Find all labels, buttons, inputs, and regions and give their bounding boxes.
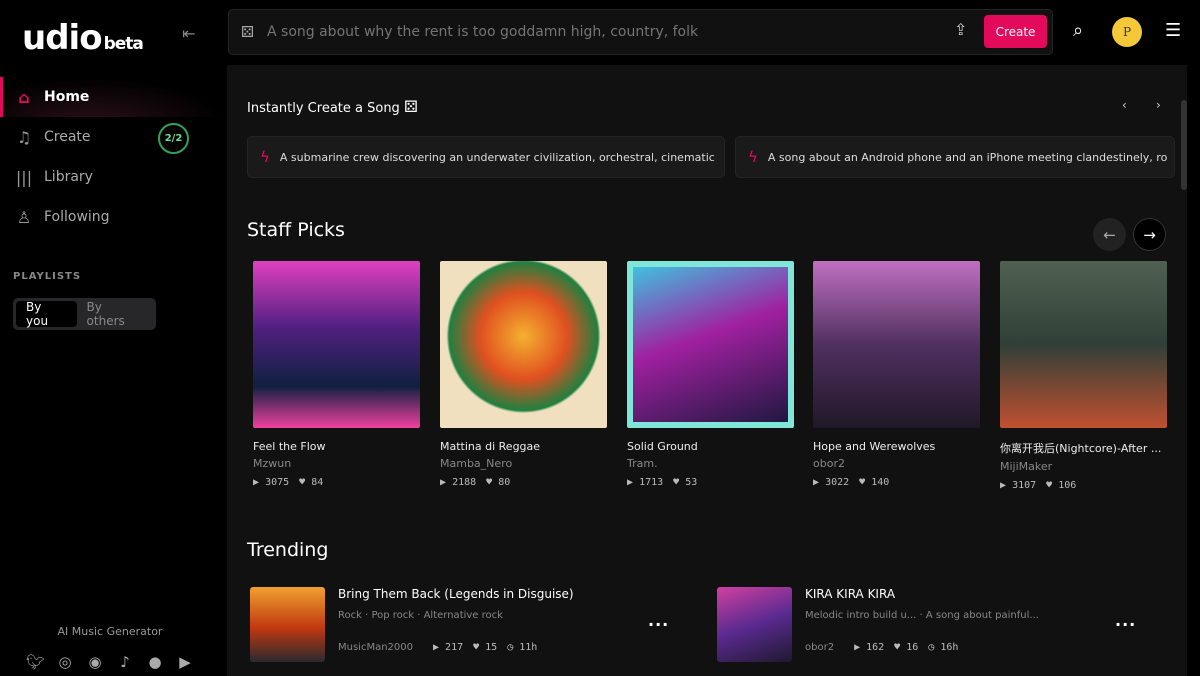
sidebar-item-home[interactable]: ⌂ Home — [0, 77, 227, 117]
cover-art[interactable] — [1000, 261, 1167, 428]
instagram-icon[interactable]: ◎ — [56, 653, 74, 671]
track-artist[interactable]: obor2 — [813, 457, 980, 470]
staff-pick-card[interactable]: Solid Ground Tram. ▶ 1713 ♥ 53 — [627, 261, 794, 488]
credits-badge: 2/2 — [158, 123, 189, 154]
track-title[interactable]: Solid Ground — [627, 440, 794, 453]
prompt-suggestion[interactable]: ϟA song about an Android phone and an iP… — [735, 136, 1175, 178]
play-icon: ▶ — [1000, 480, 1007, 491]
music-plus-icon: ♫ — [16, 127, 32, 147]
instant-create-title: Instantly Create a Song ⚄ — [247, 97, 418, 116]
heart-icon: ♥ — [1046, 480, 1053, 491]
avatar[interactable]: P — [1112, 17, 1142, 47]
track-stats: ▶ 2188 ♥ 80 — [440, 477, 511, 488]
cover-art — [250, 587, 325, 662]
discord-icon[interactable]: ◉ — [86, 653, 104, 671]
more-options-icon[interactable]: ··· — [648, 615, 669, 634]
staff-pick-card[interactable]: Hope and Werewolves obor2 ▶ 3022 ♥ 140 — [813, 261, 980, 488]
heart-icon: ♥ — [299, 477, 306, 488]
youtube-icon[interactable]: ▶ — [176, 653, 194, 671]
nav-label: Following — [44, 209, 110, 225]
by-you-tab[interactable]: By you — [16, 300, 77, 328]
track-title[interactable]: Bring Them Back (Legends in Disguise) — [338, 587, 574, 601]
heart-icon: ♥ — [486, 477, 493, 488]
cover-art[interactable] — [253, 261, 420, 428]
nav-label: Create — [44, 129, 91, 145]
track-artist[interactable]: MusicMan2000 — [338, 642, 413, 653]
by-others-tab[interactable]: By others — [77, 300, 153, 328]
play-icon: ▶ — [627, 477, 634, 488]
udio-logo[interactable]: udio beta — [22, 18, 144, 58]
track-stats: ▶ 3022 ♥ 140 — [813, 477, 890, 488]
social-links: 🐦︎ ◎ ◉ ♪ ● ▶ — [26, 653, 194, 671]
user-icon: ♙ — [16, 207, 32, 227]
dice-icon[interactable]: ⚄ — [241, 23, 254, 41]
track-stats: ▶ 3107 ♥ 106 — [1000, 480, 1077, 491]
more-options-icon[interactable]: ··· — [1115, 615, 1136, 634]
staff-pick-card[interactable]: Feel the Flow Mzwun ▶ 3075 ♥ 84 — [253, 261, 420, 488]
arrow-right-icon[interactable]: → — [1133, 218, 1166, 251]
track-title[interactable]: Hope and Werewolves — [813, 440, 980, 453]
create-button[interactable]: Create — [984, 15, 1047, 48]
track-stats: ▶ 1713 ♥ 53 — [627, 477, 698, 488]
track-title[interactable]: Feel the Flow — [253, 440, 420, 453]
trending-title: Trending — [247, 539, 329, 561]
dice-icon: ⚄ — [403, 97, 418, 116]
play-icon: ▶ — [440, 477, 447, 488]
sidebar-item-create[interactable]: ♫ Create — [0, 117, 227, 157]
heart-icon: ♥ — [859, 477, 866, 488]
search-icon[interactable]: ⌕ — [1073, 20, 1083, 41]
staff-picks-title: Staff Picks — [247, 219, 345, 241]
playlists-heading: PLAYLISTS — [13, 271, 82, 282]
track-artist[interactable]: Tram. — [627, 457, 794, 470]
track-tags: Melodic intro build u... · A song about … — [805, 610, 1039, 621]
play-icon: ▶ — [253, 477, 260, 488]
prompt-suggestion[interactable]: ϟA submarine crew discovering an underwa… — [247, 136, 725, 178]
tiktok-icon[interactable]: ♪ — [116, 653, 134, 671]
staff-pick-card[interactable]: Mattina di Reggae Mamba_Nero ▶ 2188 ♥ 80 — [440, 261, 607, 488]
bolt-icon: ϟ — [748, 148, 758, 166]
track-artist[interactable]: obor2 — [805, 642, 834, 653]
heart-icon: ♥ — [673, 477, 680, 488]
nav-label: Home — [44, 89, 90, 105]
prompt-bar: ⚄ — [228, 9, 1053, 55]
prompt-input[interactable] — [267, 20, 927, 44]
sidebar-item-following[interactable]: ♙ Following — [0, 197, 227, 237]
upload-icon[interactable]: ⇪ — [954, 20, 967, 39]
menu-icon[interactable]: ☰ — [1165, 20, 1181, 41]
play-icon: ▶ — [813, 477, 820, 488]
home-icon: ⌂ — [18, 87, 30, 107]
track-stats: ▶ 3075 ♥ 84 — [253, 477, 324, 488]
track-artist[interactable]: Mzwun — [253, 457, 420, 470]
track-title[interactable]: 你离开我后(Nightcore)-After ... — [1000, 440, 1167, 456]
twitter-icon[interactable]: 🐦︎ — [26, 653, 45, 671]
track-title[interactable]: Mattina di Reggae — [440, 440, 607, 453]
prev-arrow-icon[interactable]: ‹ — [1122, 98, 1127, 112]
playlist-filter: By you By others — [13, 298, 156, 330]
reddit-icon[interactable]: ● — [146, 653, 164, 671]
library-icon: ||| — [15, 167, 33, 187]
footer-text: AI Music Generator — [57, 625, 163, 638]
nav-label: Library — [44, 169, 93, 185]
staff-pick-card[interactable]: 你离开我后(Nightcore)-After ... MijiMaker ▶ 3… — [1000, 261, 1167, 491]
cover-art[interactable] — [813, 261, 980, 428]
cover-art — [717, 587, 792, 662]
track-tags: Rock · Pop rock · Alternative rock — [338, 610, 503, 621]
track-artist[interactable]: Mamba_Nero — [440, 457, 607, 470]
track-title[interactable]: KIRA KIRA KIRA — [805, 587, 895, 601]
arrow-left-icon[interactable]: ← — [1093, 218, 1126, 251]
sidebar-item-library[interactable]: ||| Library — [0, 157, 227, 197]
scrollbar[interactable] — [1181, 100, 1187, 190]
collapse-sidebar-icon[interactable]: ⇤ — [182, 24, 195, 43]
next-arrow-icon[interactable]: › — [1156, 98, 1161, 112]
cover-art[interactable] — [627, 261, 794, 428]
bolt-icon: ϟ — [260, 148, 270, 166]
cover-art[interactable] — [440, 261, 607, 428]
track-artist[interactable]: MijiMaker — [1000, 460, 1167, 473]
